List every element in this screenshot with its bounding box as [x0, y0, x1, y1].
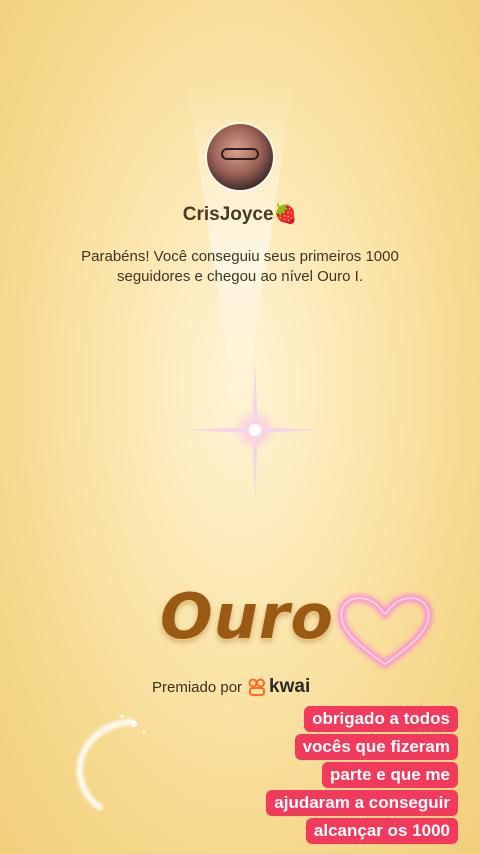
sparkle-icon	[185, 360, 325, 500]
level-title: Ouro	[160, 580, 335, 653]
kwai-logo-icon	[248, 678, 266, 696]
username: CrisJoyce🍓	[0, 202, 480, 226]
caption-line: obrigado a todos	[304, 706, 458, 732]
caption-line: ajudaram a conseguir	[266, 790, 458, 816]
username-text: CrisJoyce	[182, 204, 274, 225]
caption-line: parte e que me	[322, 762, 458, 788]
congrats-message: Parabéns! Você conseguiu seus primeiros …	[81, 248, 399, 285]
glowing-heart-icon	[337, 594, 433, 669]
avatar-glasses	[221, 148, 259, 160]
award-row: Premiado por kwai	[152, 676, 310, 698]
award-label: Premiado por	[152, 678, 243, 696]
strawberry-icon: 🍓	[273, 204, 298, 225]
caption-line: vocês que fizeram	[294, 734, 458, 760]
kwai-brand-text: kwai	[269, 676, 311, 697]
caption-line: alcançar os 1000	[305, 818, 458, 844]
caption-overlay: obrigado a todos vocês que fizeram parte…	[250, 706, 458, 846]
swirl-icon	[76, 714, 146, 810]
kwai-logo: kwai	[248, 676, 310, 698]
